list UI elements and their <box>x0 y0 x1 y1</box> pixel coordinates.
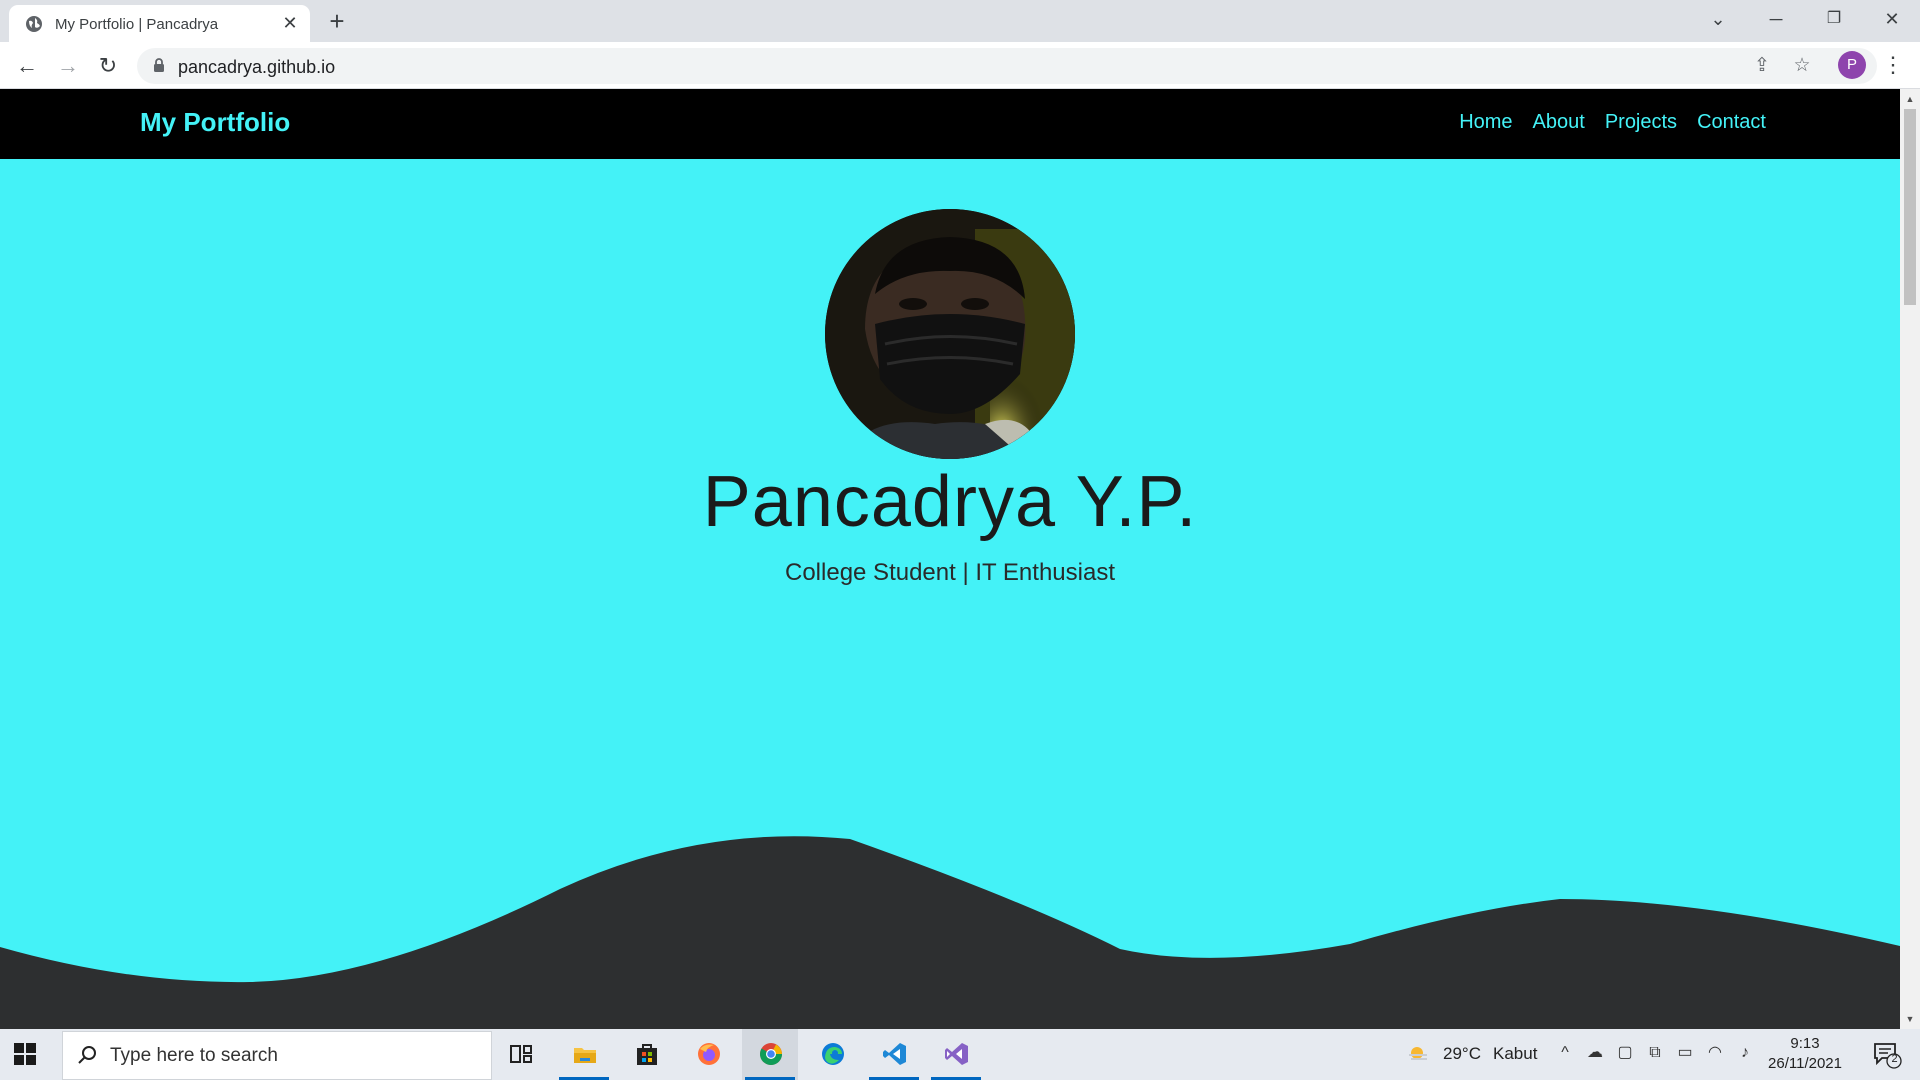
search-placeholder: Type here to search <box>110 1045 278 1066</box>
minimize-button[interactable]: ─ <box>1758 4 1794 34</box>
taskbar-firefox[interactable] <box>680 1029 736 1080</box>
vscode-icon <box>883 1043 906 1065</box>
hero-name: Pancadrya Y.P. <box>702 462 1198 542</box>
task-view-icon <box>510 1045 532 1063</box>
chevron-up-icon[interactable]: ^ <box>1556 1044 1574 1062</box>
meet-now-icon[interactable]: ▢ <box>1616 1044 1634 1062</box>
firefox-icon <box>698 1043 720 1065</box>
notification-center-button[interactable]: 2 <box>1872 1041 1902 1069</box>
bookmark-star-icon[interactable]: ☆ <box>1792 56 1812 76</box>
browser-menu-icon[interactable]: ⋮ <box>1882 51 1904 79</box>
clock-date: 26/11/2021 <box>1768 1055 1842 1072</box>
weather-icon[interactable] <box>1406 1041 1430 1065</box>
site-navbar: My Portfolio Home About Projects Contact <box>0 89 1900 159</box>
taskbar-clock[interactable]: 9:13 26/11/2021 <box>1760 1034 1850 1074</box>
taskbar-vscode[interactable] <box>866 1029 922 1080</box>
task-view-button[interactable] <box>492 1029 548 1080</box>
wave-divider <box>0 836 1900 1029</box>
back-button[interactable]: ← <box>11 50 43 82</box>
app-tray-icon[interactable]: ⧉ <box>1646 1044 1664 1062</box>
windows-taskbar: Type here to search 29°C Kabut ^ ☁ ▢ ⧉ ▭… <box>0 1029 1920 1080</box>
weather-temperature[interactable]: 29°C <box>1443 1044 1481 1064</box>
page-scrollbar[interactable]: ▲ ▼ <box>1900 89 1920 1029</box>
taskbar-store[interactable] <box>618 1029 674 1080</box>
browser-toolbar: ← → ↻ pancadrya.github.io ⇪ ☆ P ⋮ <box>0 42 1920 89</box>
profile-avatar[interactable]: P <box>1838 51 1866 79</box>
page-viewport: My Portfolio Home About Projects Contact <box>0 89 1900 1029</box>
taskbar-search-box[interactable]: Type here to search <box>62 1031 492 1080</box>
onedrive-icon[interactable]: ☁ <box>1586 1044 1604 1062</box>
forward-button[interactable]: → <box>52 50 84 82</box>
taskbar-chrome[interactable] <box>742 1029 798 1080</box>
wifi-icon[interactable]: ◠ <box>1706 1044 1724 1062</box>
search-icon <box>78 1046 96 1064</box>
edge-icon <box>822 1043 844 1065</box>
profile-photo <box>825 209 1075 459</box>
tab-search-icon[interactable]: ⌄ <box>1700 4 1736 34</box>
taskbar-file-explorer[interactable] <box>556 1029 612 1080</box>
nav-link-projects[interactable]: Projects <box>1605 111 1677 134</box>
clock-time: 9:13 <box>1790 1035 1820 1052</box>
taskbar-edge[interactable] <box>804 1029 860 1080</box>
windows-start-icon[interactable] <box>14 1043 36 1065</box>
lock-icon <box>154 58 164 72</box>
weather-description[interactable]: Kabut <box>1493 1044 1537 1064</box>
window-close-button[interactable]: ✕ <box>1874 4 1910 34</box>
battery-icon[interactable]: ▭ <box>1676 1044 1694 1062</box>
tab-close-icon[interactable]: ✕ <box>281 14 299 32</box>
restore-button[interactable]: ❐ <box>1816 4 1852 34</box>
taskbar-visual-studio[interactable] <box>928 1029 984 1080</box>
site-nav-links: Home About Projects Contact <box>1459 111 1766 134</box>
browser-tab-active[interactable]: My Portfolio | Pancadrya ✕ <box>9 5 310 42</box>
volume-icon[interactable]: ♪ <box>1736 1044 1754 1062</box>
scroll-up-icon[interactable]: ▲ <box>1904 93 1916 105</box>
browser-tabstrip: My Portfolio | Pancadrya ✕ + ⌄ ─ ❐ ✕ <box>0 0 1920 42</box>
folder-icon <box>574 1048 596 1063</box>
nav-link-home[interactable]: Home <box>1459 111 1512 134</box>
new-tab-button[interactable]: + <box>324 8 350 34</box>
site-brand[interactable]: My Portfolio <box>140 107 290 138</box>
globe-icon <box>26 16 42 32</box>
url-text: pancadrya.github.io <box>178 57 336 77</box>
scroll-down-icon[interactable]: ▼ <box>1904 1013 1916 1025</box>
reload-button[interactable]: ↻ <box>92 50 124 82</box>
visual-studio-icon <box>945 1043 968 1065</box>
share-icon[interactable]: ⇪ <box>1752 56 1772 76</box>
chrome-icon <box>760 1043 782 1065</box>
address-bar[interactable]: pancadrya.github.io ⇪ ☆ <box>137 48 1877 84</box>
store-icon <box>637 1044 657 1065</box>
hero-tagline: College Student | IT Enthusiast <box>785 559 1115 586</box>
tab-title: My Portfolio | Pancadrya <box>55 16 219 33</box>
profile-photo-illustration <box>825 209 1075 459</box>
notification-count: 2 <box>1891 1053 1898 1065</box>
nav-link-contact[interactable]: Contact <box>1697 111 1766 134</box>
nav-link-about[interactable]: About <box>1533 111 1585 134</box>
scrollbar-thumb[interactable] <box>1904 109 1916 305</box>
